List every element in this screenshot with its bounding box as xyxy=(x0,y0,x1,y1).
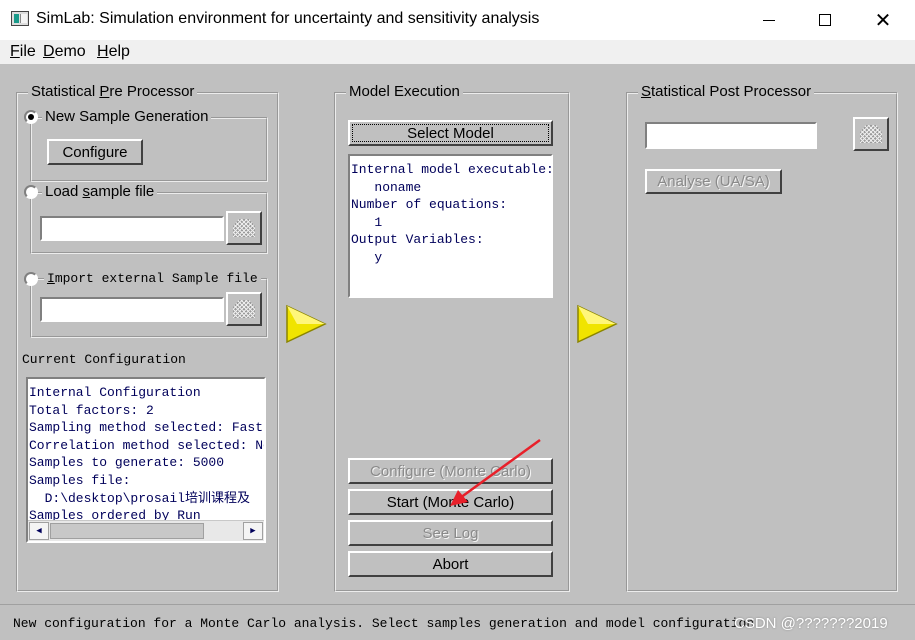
text-line: Internal Configuration xyxy=(29,385,201,400)
analyse-button[interactable]: Analyse (UA/SA) xyxy=(645,169,782,194)
maximize-button[interactable] xyxy=(797,0,853,40)
close-icon: ✕ xyxy=(874,8,892,32)
window-title: SimLab: Simulation environment for uncer… xyxy=(36,10,540,27)
configure-button[interactable]: Configure xyxy=(47,139,143,165)
config-horizontal-scrollbar[interactable]: ◀ ▶ xyxy=(28,520,264,541)
text-line: Internal model executable: xyxy=(351,162,553,177)
current-configuration-label: Current Configuration xyxy=(22,352,186,367)
load-sample-radio[interactable] xyxy=(24,185,38,199)
text-line: Output Variables: xyxy=(351,232,484,248)
status-bar: New configuration for a Monte Carlo anal… xyxy=(0,604,915,640)
scroll-left-arrow-icon[interactable]: ◀ xyxy=(29,522,49,540)
minimize-icon xyxy=(763,19,775,21)
close-button[interactable]: ✕ xyxy=(855,0,911,40)
text-line: Correlation method selected: No xyxy=(29,437,266,453)
post-processor-title: Statistical Post Processor xyxy=(638,83,815,100)
folder-browse-icon xyxy=(233,219,255,237)
text-line: Samples to generate: 5000 xyxy=(29,455,225,471)
post-processor-panel xyxy=(626,92,898,592)
post-processor-browse-button[interactable] xyxy=(853,117,889,151)
text-line: 1 xyxy=(351,214,383,230)
scrollbar-thumb[interactable] xyxy=(50,523,204,539)
text-line: Sampling method selected: Fast xyxy=(29,420,264,436)
text-line: Samples file: xyxy=(29,472,131,488)
scroll-right-arrow-icon[interactable]: ▶ xyxy=(243,522,263,540)
load-sample-label: Load sample file xyxy=(42,183,158,200)
watermark: CSDN @???????2019 xyxy=(734,615,888,632)
new-sample-radio[interactable] xyxy=(24,110,38,124)
model-execution-title: Model Execution xyxy=(346,83,463,100)
load-sample-browse-button[interactable] xyxy=(226,211,262,245)
yellow-play-icon xyxy=(285,304,327,344)
red-pointer-arrow xyxy=(450,438,541,506)
text-line: y xyxy=(351,249,383,265)
see-log-button[interactable]: See Log xyxy=(348,520,553,546)
text-line: Total factors: 2 xyxy=(29,402,154,418)
minimize-button[interactable] xyxy=(741,0,797,40)
title-bar: SimLab: Simulation environment for uncer… xyxy=(0,0,915,40)
import-sample-input[interactable] xyxy=(40,297,224,322)
menu-file[interactable]: File xyxy=(10,43,36,61)
text-line: noname xyxy=(351,179,422,195)
current-configuration-text[interactable]: Internal Configuration Total factors: 2 Sa… xyxy=(26,377,266,543)
load-sample-input[interactable] xyxy=(40,216,224,241)
app-icon xyxy=(11,11,29,26)
menu-demo[interactable]: Demo xyxy=(43,43,86,61)
status-message: New configuration for a Monte Carlo anal… xyxy=(13,616,755,631)
yellow-play-icon xyxy=(576,304,618,344)
model-info-text[interactable]: Internal model executable: noname Number … xyxy=(348,154,553,298)
import-sample-radio[interactable] xyxy=(24,272,38,286)
text-line: D:\desktop\prosail培训课程及 xyxy=(29,490,251,506)
maximize-icon xyxy=(819,14,831,26)
import-sample-label: Import external Sample file xyxy=(44,271,261,286)
menu-bar: File Demo Help xyxy=(0,40,915,64)
folder-browse-icon xyxy=(860,125,882,143)
folder-browse-icon xyxy=(233,300,255,318)
select-model-button[interactable]: Select Model xyxy=(348,120,553,146)
import-sample-browse-button[interactable] xyxy=(226,292,262,326)
abort-button[interactable]: Abort xyxy=(348,551,553,577)
menu-help[interactable]: Help xyxy=(97,43,130,61)
post-processor-input[interactable] xyxy=(645,122,817,149)
pre-processor-title: Statistical Pre Processor xyxy=(28,83,198,100)
text-line: Number of equations: xyxy=(351,197,508,213)
new-sample-label: New Sample Generation xyxy=(42,108,212,125)
